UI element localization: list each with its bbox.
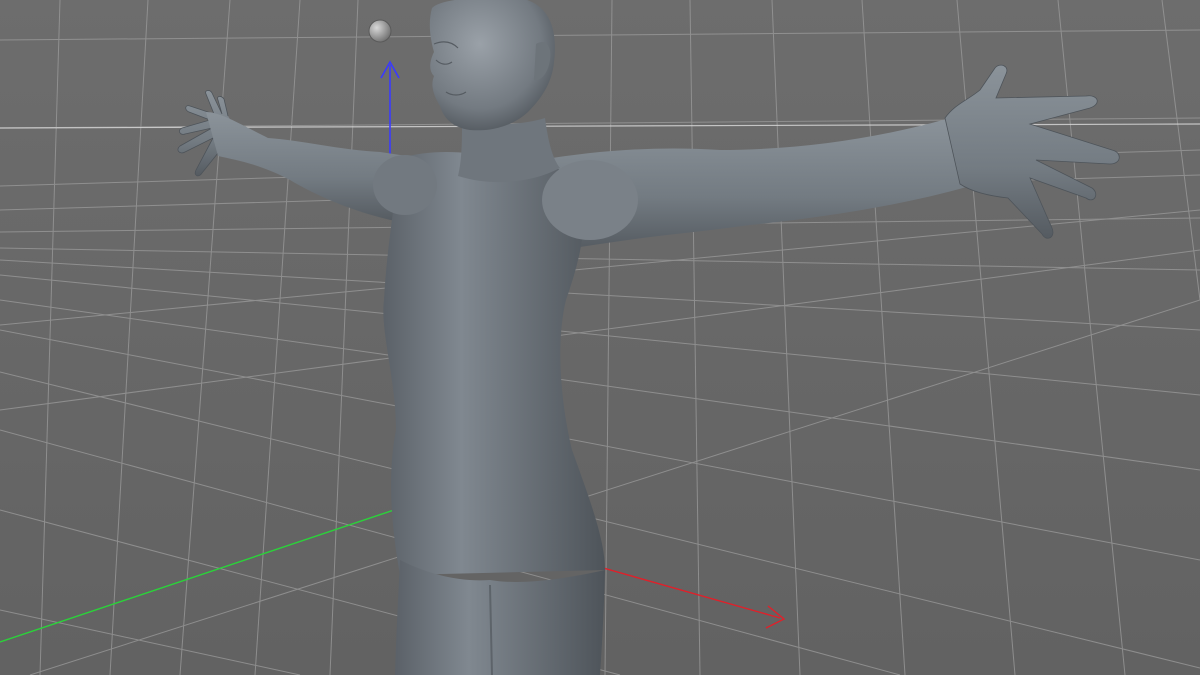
right-hand[interactable]	[944, 64, 1120, 239]
sphere-light-icon[interactable]	[368, 19, 392, 43]
scene-canvas[interactable]	[0, 0, 1200, 675]
z-axis-line	[0, 507, 401, 643]
right-shoulder	[542, 160, 638, 240]
3d-viewport[interactable]	[0, 0, 1200, 675]
left-shoulder	[373, 155, 437, 215]
humanoid-model[interactable]	[177, 0, 1120, 675]
legs[interactable]	[395, 560, 605, 675]
